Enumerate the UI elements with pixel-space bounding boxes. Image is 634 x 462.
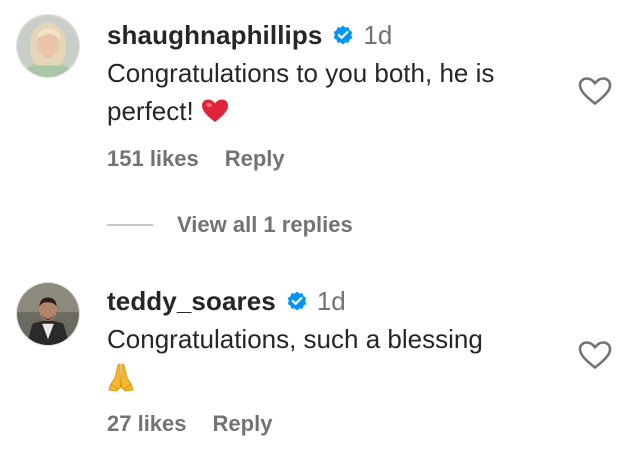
likes-count[interactable]: 27 likes xyxy=(107,411,187,437)
username[interactable]: shaughnaphillips xyxy=(107,20,322,51)
comment-text: Congratulations, such a blessing xyxy=(107,320,564,358)
red-heart-emoji-icon xyxy=(201,96,229,134)
comment-timestamp: 1d xyxy=(316,285,346,316)
avatar-photo xyxy=(17,15,79,77)
avatar-photo xyxy=(17,283,79,345)
like-heart-icon[interactable] xyxy=(578,76,612,106)
comment-emoji-line xyxy=(107,358,564,396)
comment-timestamp: 1d xyxy=(363,19,393,50)
comment-meta: 151 likes Reply xyxy=(107,146,285,172)
folded-hands-emoji-icon xyxy=(107,362,135,397)
comment-text-content: Congratulations to you both, he is perfe… xyxy=(107,58,495,126)
comment-thread: shaughnaphillips 1d Congratulations to y… xyxy=(0,0,634,462)
reply-button[interactable]: Reply xyxy=(213,411,273,437)
replies-divider xyxy=(107,224,153,226)
verified-badge-icon xyxy=(285,289,309,313)
comment-body: shaughnaphillips 1d Congratulations to y… xyxy=(107,18,564,134)
username[interactable]: teddy_soares xyxy=(107,286,276,317)
like-heart-icon[interactable] xyxy=(578,340,612,370)
verified-badge-icon xyxy=(331,23,355,47)
likes-count[interactable]: 151 likes xyxy=(107,146,199,172)
avatar[interactable] xyxy=(16,282,80,346)
view-replies-button[interactable]: View all 1 replies xyxy=(107,212,353,238)
comment-text-content: Congratulations, such a blessing xyxy=(107,324,483,354)
avatar[interactable] xyxy=(16,14,80,78)
comment-text: Congratulations to you both, he is perfe… xyxy=(107,54,564,134)
comment-body: teddy_soares 1d Congratulations, such a … xyxy=(107,284,564,396)
reply-button[interactable]: Reply xyxy=(225,146,285,172)
comment-meta: 27 likes Reply xyxy=(107,411,272,437)
comment-header: teddy_soares 1d xyxy=(107,284,564,318)
comment-header: shaughnaphillips 1d xyxy=(107,18,564,52)
view-replies-label: View all 1 replies xyxy=(177,212,353,237)
